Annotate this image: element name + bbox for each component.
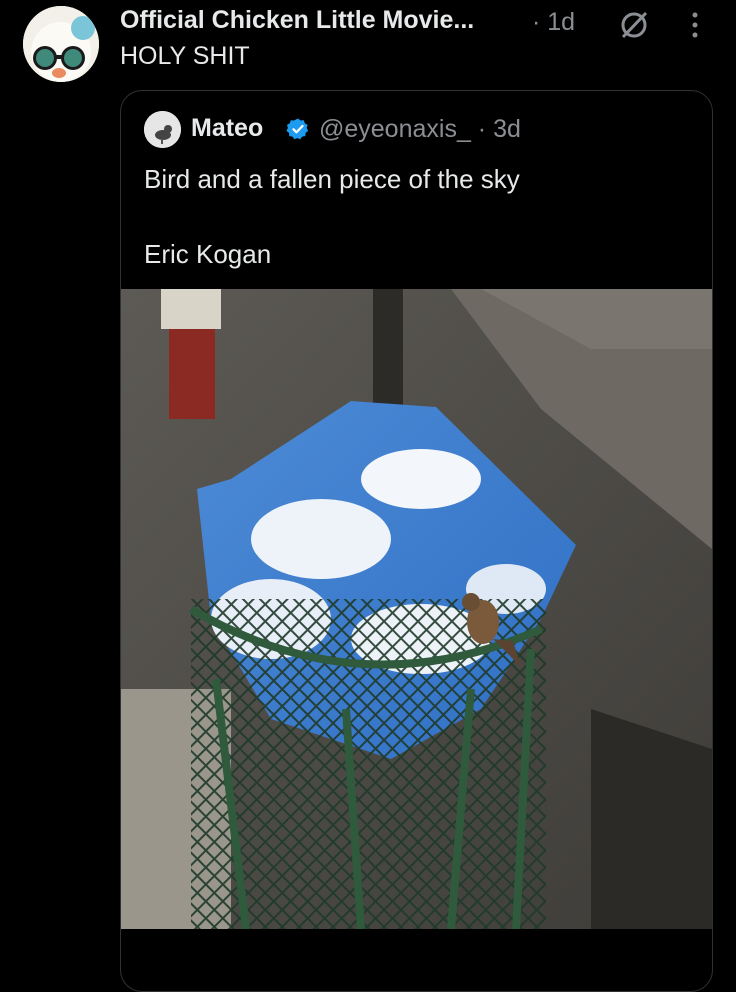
quoted-handle-and-time[interactable]: @eyeonaxis_ · 3d	[319, 115, 521, 144]
quoted-tweet-card[interactable]: Mateo @eyeonaxis_ · 3d Bird and a fallen…	[120, 90, 713, 992]
quoted-author-avatar[interactable]	[144, 111, 181, 148]
tweet-header: Official Chicken Little Movie... · 1d	[120, 4, 716, 40]
author-avatar[interactable]	[23, 6, 99, 82]
tweet-text: HOLY SHIT	[120, 42, 250, 70]
chicken-avatar-image	[23, 6, 99, 82]
verified-badge-icon	[286, 118, 309, 140]
quoted-author-name[interactable]: Mateo	[191, 114, 263, 143]
more-vertical-icon[interactable]	[686, 10, 704, 40]
author-name[interactable]: Official Chicken Little Movie...	[120, 6, 474, 35]
quoted-text-line1: Bird and a fallen piece of the sky	[144, 164, 520, 194]
tweet-timestamp[interactable]: · 1d	[532, 8, 575, 37]
quoted-text-line2: Eric Kogan	[144, 239, 272, 269]
grok-icon[interactable]	[617, 8, 651, 42]
bird-avatar-image	[144, 111, 181, 148]
quoted-photo[interactable]	[121, 289, 712, 929]
